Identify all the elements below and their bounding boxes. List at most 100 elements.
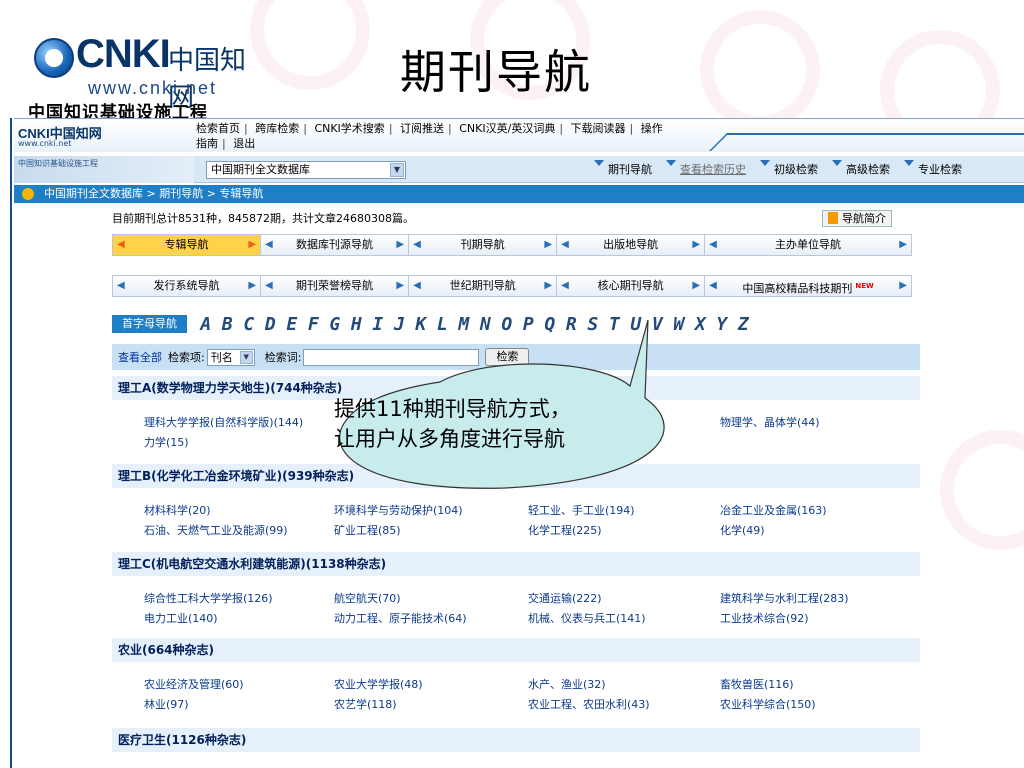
letter-z[interactable]: Z [733, 314, 755, 335]
document-icon [828, 212, 838, 224]
link-dictionary[interactable]: CNKI汉英/英汉词典 [459, 122, 555, 135]
journal-category-link[interactable]: 机械、仪表与兵工(141) [528, 610, 646, 626]
journal-category-link[interactable]: 综合性工科大学学报(126) [144, 590, 273, 606]
category-header[interactable]: 理工C(机电航空交通水利建筑能源)(1138种杂志) [112, 552, 920, 576]
slide-title: 期刊导航 [400, 45, 592, 99]
journal-category-link[interactable]: 航空航天(70) [334, 590, 401, 606]
search-field-label: 检索项: [168, 351, 205, 364]
journal-category-link[interactable]: 畜牧兽医(116) [720, 676, 794, 692]
journal-category-link[interactable]: 矿业工程(85) [334, 522, 401, 538]
callout-text: 提供11种期刊导航方式， 让用户从多角度进行导航 [334, 394, 654, 454]
chevron-down-icon[interactable]: ▼ [239, 350, 253, 364]
journal-category-link[interactable]: 农艺学(118) [334, 696, 397, 712]
tab-search-history[interactable]: 查看检索历史 [666, 156, 760, 183]
category-items: 综合性工科大学学报(126) 航空航天(70) 交通运输(222) 建筑科学与水… [112, 584, 920, 634]
journal-category-link[interactable]: 农业科学综合(150) [720, 696, 816, 712]
link-logout[interactable]: 退出 [233, 137, 255, 150]
nav-publish-place[interactable]: ◀ 出版地导航 ▶ [557, 235, 706, 255]
left-border [10, 118, 12, 768]
alpha-nav-label[interactable]: 首字母导航 [112, 315, 187, 333]
letter-b[interactable]: B [217, 314, 239, 335]
nav-label: 主办单位导航 [775, 238, 842, 251]
journal-category-link[interactable]: 理科大学学报(自然科学版)(144) [144, 414, 303, 430]
tab-advanced-search[interactable]: 高级检索 [832, 156, 904, 183]
nav-label: 数据库刊源导航 [296, 238, 374, 251]
journal-category-link[interactable]: 环境科学与劳动保护(104) [334, 502, 463, 518]
link-guide[interactable]: 指南 [196, 137, 218, 150]
link-operation[interactable]: 操作 [641, 122, 663, 135]
nav-row-1: ◀ 专辑导航 ▶ ◀ 数据库刊源导航 ▶ ◀ 刊期导航 ▶ ◀ 出版地导航 ▶ ◀ 主办单位导航 ▶ [112, 234, 912, 256]
letter-y[interactable]: Y [711, 314, 733, 335]
cnki-logo: CNKI 中国知网 www.cnki.net 中国知识基础设施工程 [28, 20, 268, 123]
nav-century[interactable]: ◀ 世纪期刊导航 ▶ [409, 276, 558, 296]
letter-a[interactable]: A [195, 314, 217, 335]
nav-label: 核心期刊导航 [597, 279, 664, 292]
new-badge: NEW [855, 282, 874, 290]
nav-label: 期刊荣誉榜导航 [296, 279, 374, 292]
view-all-link[interactable]: 查看全部 [118, 349, 162, 365]
link-cnki-scholar[interactable]: CNKI学术搜索 [314, 122, 384, 135]
nav-distribution[interactable]: ◀ 发行系统导航 ▶ [113, 276, 262, 296]
journal-category-link[interactable]: 水产、渔业(32) [528, 676, 606, 692]
callout-bubble: 提供11种期刊导航方式， 让用户从多角度进行导航 [300, 319, 700, 500]
nav-label: 发行系统导航 [153, 279, 220, 292]
callout-line-1: 提供11种期刊导航方式， [334, 397, 571, 421]
chevron-down-icon[interactable]: ▼ [390, 163, 404, 177]
journal-category-link[interactable]: 农业大学学报(48) [334, 676, 423, 692]
tab-expert-search[interactable]: 专业检索 [904, 156, 976, 183]
journal-category-link[interactable]: 物理学、晶体学(44) [720, 414, 820, 430]
journal-category-link[interactable]: 电力工业(140) [144, 610, 218, 626]
globe-icon [34, 38, 74, 78]
category-items: 材料科学(20) 环境科学与劳动保护(104) 轻工业、手工业(194) 冶金工… [112, 496, 920, 546]
journal-category-link[interactable]: 化学(49) [720, 522, 765, 538]
nav-label: 世纪期刊导航 [449, 279, 516, 292]
journal-category-link[interactable]: 冶金工业及金属(163) [720, 502, 827, 518]
journal-category-link[interactable]: 交通运输(222) [528, 590, 602, 606]
nav-subject[interactable]: ◀ 专辑导航 ▶ [113, 235, 262, 255]
category-header[interactable]: 农业(664种杂志) [112, 638, 920, 662]
journal-category-link[interactable]: 石油、天燃气工业及能源(99) [144, 522, 288, 538]
search-field-value: 刊名 [210, 350, 233, 364]
search-term-label: 检索词: [264, 351, 302, 364]
database-select-value: 中国期刊全文数据库 [211, 163, 310, 176]
link-search-home[interactable]: 检索首页 [196, 122, 240, 135]
nav-frequency[interactable]: ◀ 刊期导航 ▶ [409, 235, 558, 255]
topbar-decoration [709, 133, 1024, 151]
nav-label: 出版地导航 [603, 238, 659, 251]
nav-university-quality[interactable]: ◀ 中国高校精品科技期刊 NEW ▶ [705, 276, 911, 296]
journal-stats: 目前期刊总计8531种，845872期，共计文章24680308篇。 [112, 212, 414, 225]
link-download-reader[interactable]: 下载阅读器 [571, 122, 626, 135]
nav-label: 中国高校精品科技期刊 [742, 282, 853, 295]
journal-category-link[interactable]: 农业工程、农田水利(43) [528, 696, 650, 712]
nav-intro-label: 导航简介 [842, 212, 886, 225]
link-subscribe[interactable]: 订阅推送 [400, 122, 444, 135]
nav-honor[interactable]: ◀ 期刊荣誉榜导航 ▶ [261, 276, 410, 296]
journal-category-link[interactable]: 材料科学(20) [144, 502, 211, 518]
nav-core[interactable]: ◀ 核心期刊导航 ▶ [557, 276, 706, 296]
tab-journal-nav[interactable]: 期刊导航 [594, 156, 666, 183]
breadcrumb-text[interactable]: 中国期刊全文数据库 > 期刊导航 > 专辑导航 [44, 187, 263, 200]
letter-c[interactable]: C [238, 314, 260, 335]
tab-basic-search[interactable]: 初级检索 [760, 156, 832, 183]
journal-category-link[interactable]: 轻工业、手工业(194) [528, 502, 635, 518]
logo-brand: CNKI [76, 32, 171, 76]
nav-db-source[interactable]: ◀ 数据库刊源导航 ▶ [261, 235, 410, 255]
database-select[interactable]: 中国期刊全文数据库 ▼ [206, 161, 406, 179]
link-cross-db-search[interactable]: 跨库检索 [255, 122, 299, 135]
nav-label: 刊期导航 [460, 238, 505, 251]
nav-sponsor[interactable]: ◀ 主办单位导航 ▶ [705, 235, 911, 255]
journal-category-link[interactable]: 农业经济及管理(60) [144, 676, 244, 692]
journal-category-link[interactable]: 林业(97) [144, 696, 189, 712]
top-nav-bar: CNKI中国知网 www.cnki.net 检索首页 | 跨库检索 | CNKI学术… [14, 118, 1024, 152]
logo-url: www.cnki.net [88, 78, 218, 98]
nav-intro-button[interactable]: 导航简介 [822, 210, 892, 227]
journal-category-link[interactable]: 工业技术综合(92) [720, 610, 809, 626]
journal-category-link[interactable]: 动力工程、原子能技术(64) [334, 610, 467, 626]
journal-category-link[interactable]: 力学(15) [144, 434, 189, 450]
letter-d[interactable]: D [260, 314, 282, 335]
top-links: 检索首页 | 跨库检索 | CNKI学术搜索 | 订阅推送 | CNKI汉英/英汉词典 |… [196, 122, 663, 150]
search-field-select[interactable]: 刊名 ▼ [206, 348, 255, 366]
journal-category-link[interactable]: 建筑科学与水利工程(283) [720, 590, 849, 606]
journal-category-link[interactable]: 化学工程(225) [528, 522, 602, 538]
category-header[interactable]: 医疗卫生(1126种杂志) [112, 728, 920, 752]
